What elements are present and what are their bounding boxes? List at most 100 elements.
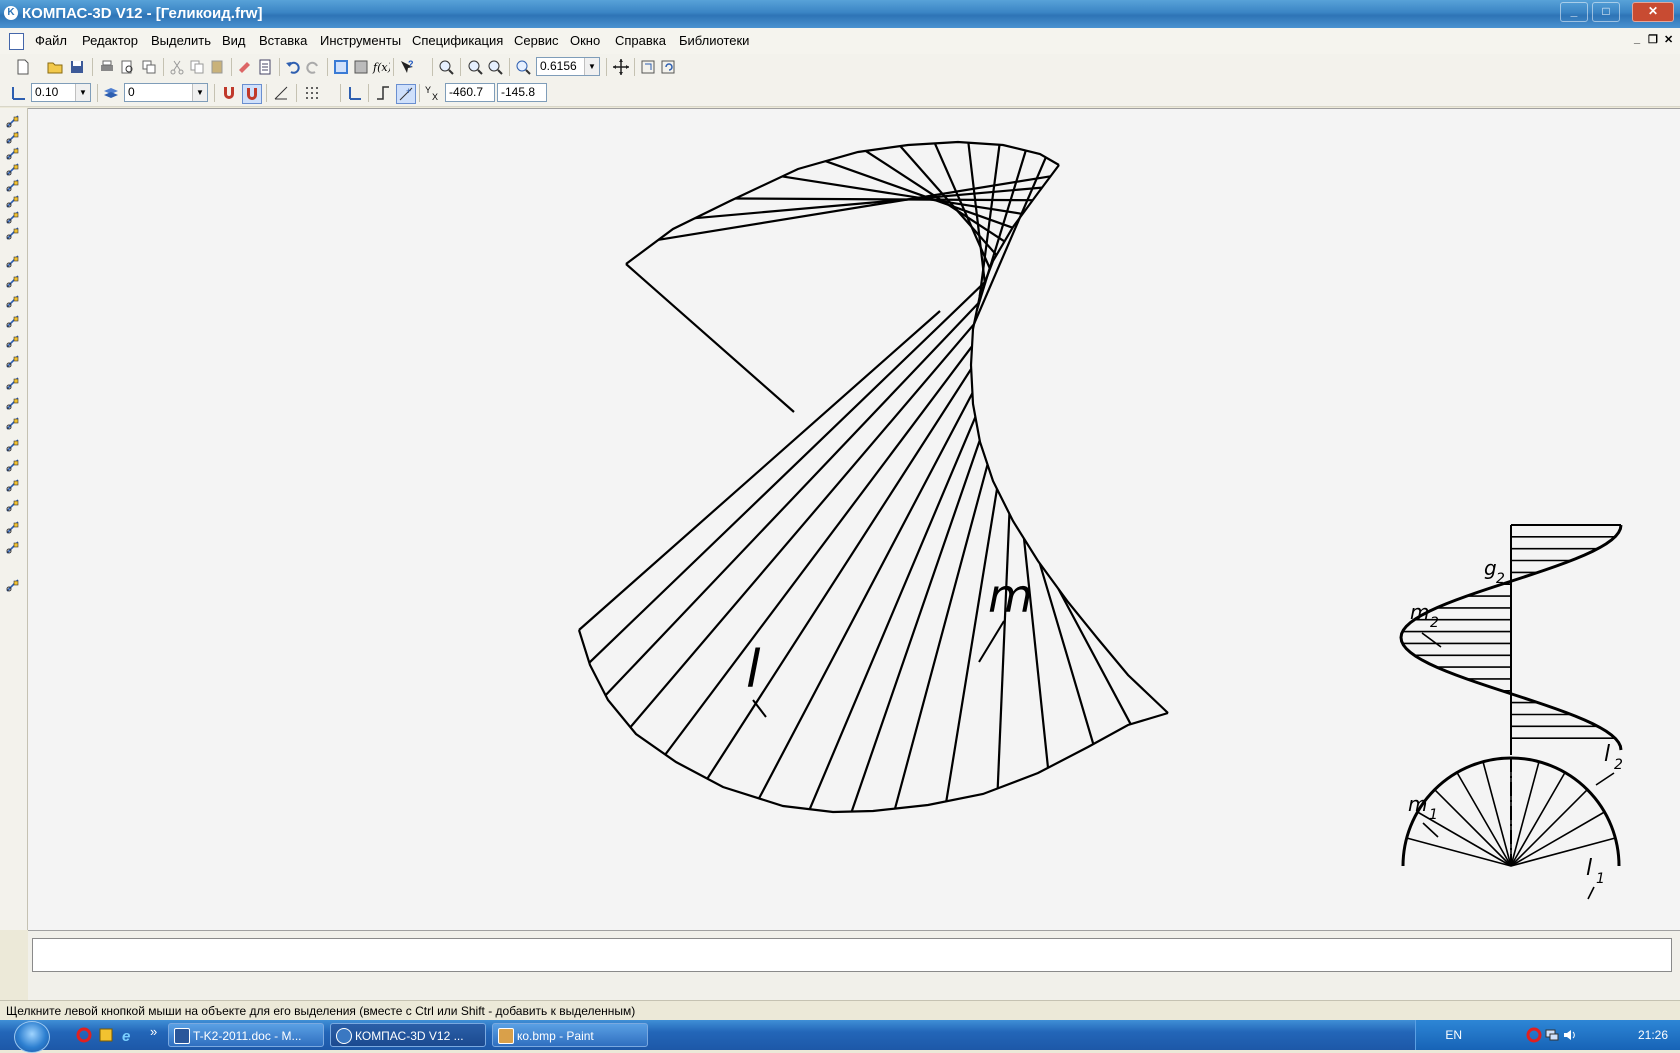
minimize-button[interactable]: _ <box>1560 2 1588 22</box>
menu-service[interactable]: Сервис <box>514 33 559 48</box>
polyline-icon[interactable] <box>5 376 21 392</box>
refresh-icon[interactable] <box>660 58 678 76</box>
command-input-box[interactable] <box>32 938 1672 972</box>
point-icon[interactable] <box>5 254 21 270</box>
document-icon[interactable] <box>9 33 24 50</box>
title-bar: K КОМПАС-3D V12 - [Геликоид.frw] _ □ ✕ <box>0 0 1680 28</box>
network-icon[interactable] <box>1544 1027 1560 1043</box>
properties-icon[interactable] <box>256 58 274 76</box>
kompas-app-icon[interactable]: K <box>4 6 18 20</box>
variables-fx-icon[interactable]: f(x) <box>372 58 392 76</box>
copy-icon[interactable] <box>188 58 206 76</box>
pan-icon[interactable] <box>612 58 630 76</box>
language-indicator[interactable]: EN <box>1445 1028 1462 1042</box>
menu-file[interactable]: Файл <box>35 33 67 48</box>
circle-icon[interactable] <box>5 314 21 330</box>
manager-icon[interactable] <box>352 58 370 76</box>
preview-pages-icon[interactable] <box>140 58 158 76</box>
format-brush-icon[interactable] <box>236 58 254 76</box>
internet-explorer-icon[interactable]: e <box>120 1027 136 1045</box>
current-layer-combo[interactable]: 0 ▼ <box>124 83 208 102</box>
menu-help[interactable]: Справка <box>615 33 666 48</box>
menu-insert[interactable]: Вставка <box>259 33 307 48</box>
zoom-window-icon[interactable] <box>437 58 455 76</box>
edit-icon[interactable] <box>5 162 21 178</box>
new-document-icon[interactable] <box>14 58 32 76</box>
geometry-icon[interactable] <box>5 114 21 130</box>
dimensions-icon[interactable] <box>5 130 21 146</box>
measure-icon[interactable] <box>5 194 21 210</box>
close-button[interactable]: ✕ <box>1632 2 1674 22</box>
menu-select[interactable]: Выделить <box>151 33 211 48</box>
zoom-in-icon[interactable] <box>466 58 484 76</box>
cut-icon[interactable] <box>168 58 186 76</box>
save-icon[interactable] <box>68 58 86 76</box>
menu-editor[interactable]: Редактор <box>82 33 138 48</box>
parametric-mode-icon[interactable]: + <box>396 84 416 104</box>
zoom-out-icon[interactable] <box>486 58 504 76</box>
restore-button[interactable]: □ <box>1592 2 1620 22</box>
taskbar-item-kompas[interactable]: КОМПАС-3D V12 ... <box>330 1023 486 1047</box>
print-icon[interactable] <box>98 58 116 76</box>
start-button[interactable] <box>14 1021 50 1053</box>
zoom-combo[interactable]: 0.6156 ▼ <box>536 57 600 76</box>
drawing-canvas[interactable]: m l g 2 m 2 l 2 m 1 l 1 <box>28 108 1680 931</box>
opera-tray-icon[interactable] <box>1526 1027 1542 1043</box>
menu-specification[interactable]: Спецификация <box>412 33 503 48</box>
mdi-close-button[interactable]: ✕ <box>1664 33 1673 46</box>
arc-icon[interactable] <box>5 334 21 350</box>
fillet-icon[interactable] <box>5 438 21 454</box>
volume-icon[interactable] <box>1562 1027 1578 1043</box>
fill-icon[interactable] <box>5 540 21 556</box>
snap-magnet-icon[interactable] <box>220 84 238 102</box>
undo-icon[interactable] <box>284 58 302 76</box>
cursor-step-combo[interactable]: 0.10 ▼ <box>31 83 91 102</box>
auxiliary-line-icon[interactable] <box>5 274 21 290</box>
segment-icon[interactable] <box>5 294 21 310</box>
menu-window[interactable]: Окно <box>570 33 600 48</box>
menu-tools[interactable]: Инструменты <box>320 33 401 48</box>
open-folder-icon[interactable] <box>46 58 64 76</box>
menu-libraries[interactable]: Библиотеки <box>679 33 749 48</box>
spec-icon[interactable] <box>5 226 21 242</box>
orthogonal-mode-icon[interactable] <box>272 84 290 102</box>
grid-icon[interactable] <box>303 84 321 102</box>
mdi-restore-button[interactable]: ❐ <box>1648 33 1658 46</box>
bezier-icon[interactable] <box>5 416 21 432</box>
paste-icon[interactable] <box>208 58 226 76</box>
step-cursor-icon[interactable] <box>10 84 28 102</box>
polygon-icon[interactable] <box>5 498 21 514</box>
mdi-minimize-button[interactable]: _ <box>1634 33 1640 45</box>
local-snap-icon[interactable] <box>242 84 262 104</box>
tree-view-icon[interactable] <box>332 58 350 76</box>
local-cs-icon[interactable] <box>346 84 364 102</box>
ellipse-icon[interactable] <box>5 354 21 370</box>
select-icon[interactable] <box>5 210 21 226</box>
parametrization-icon[interactable] <box>5 178 21 194</box>
show-all-icon[interactable] <box>640 58 658 76</box>
coord-y-field[interactable]: -145.8 <box>497 83 547 102</box>
taskbar-item-paint[interactable]: ко.bmp - Paint <box>492 1023 648 1047</box>
rectangle-icon[interactable] <box>5 478 21 494</box>
library-icon[interactable] <box>5 578 21 594</box>
layers-icon[interactable] <box>102 84 120 102</box>
ortho-draw-icon[interactable] <box>374 84 392 102</box>
chamfer-icon[interactable] <box>5 458 21 474</box>
coord-x-field[interactable]: -460.7 <box>445 83 495 102</box>
taskbar-item-word[interactable]: T-K2-2011.doc - M... <box>168 1023 324 1047</box>
chevron-down-icon[interactable]: ▼ <box>584 58 599 75</box>
zoom-scale-icon[interactable] <box>514 58 532 76</box>
hatch-icon[interactable] <box>5 520 21 536</box>
spline-icon[interactable] <box>5 396 21 412</box>
print-preview-icon[interactable] <box>118 58 136 76</box>
redo-icon[interactable] <box>304 58 322 76</box>
quicklaunch-more[interactable]: » <box>150 1024 157 1039</box>
chevron-down-icon[interactable]: ▼ <box>192 84 207 101</box>
clock[interactable]: 21:26 <box>1638 1028 1668 1042</box>
context-help-icon[interactable]: ? <box>398 58 416 76</box>
chevron-down-icon[interactable]: ▼ <box>75 84 90 101</box>
opera-icon[interactable] <box>76 1027 92 1043</box>
quicklaunch-icon[interactable] <box>98 1027 114 1043</box>
notation-icon[interactable] <box>5 146 21 162</box>
menu-view[interactable]: Вид <box>222 33 246 48</box>
